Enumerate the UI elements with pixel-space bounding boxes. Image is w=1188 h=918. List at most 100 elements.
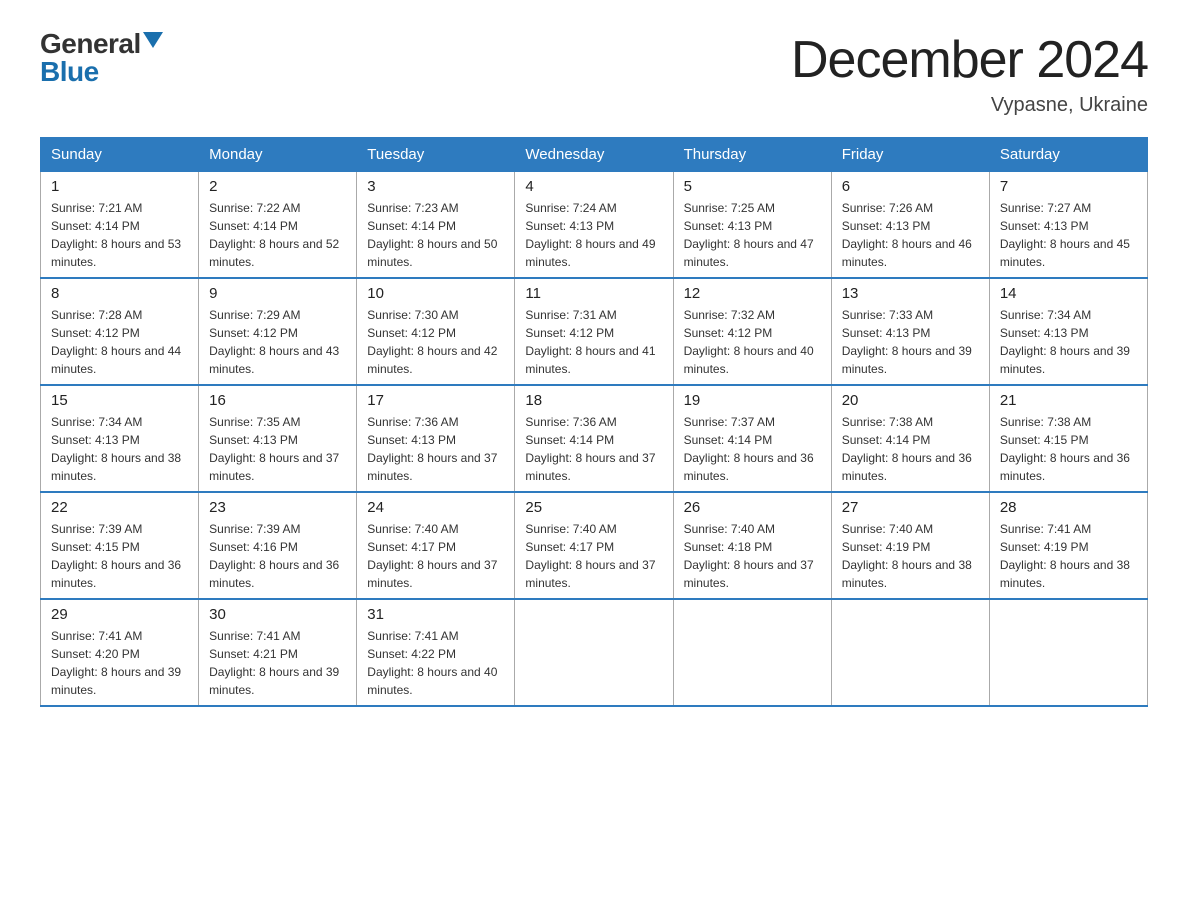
location-label: Vypasne, Ukraine xyxy=(791,94,1148,117)
day-number: 15 xyxy=(51,392,188,409)
table-row: 25Sunrise: 7:40 AMSunset: 4:17 PMDayligh… xyxy=(515,492,673,599)
day-info: Sunrise: 7:38 AMSunset: 4:14 PMDaylight:… xyxy=(842,413,979,485)
table-row: 10Sunrise: 7:30 AMSunset: 4:12 PMDayligh… xyxy=(357,278,515,385)
col-friday: Friday xyxy=(831,138,989,172)
day-info: Sunrise: 7:40 AMSunset: 4:17 PMDaylight:… xyxy=(367,520,504,592)
table-row: 15 Sunrise: 7:34 AMSunset: 4:13 PMDayligh… xyxy=(41,385,199,492)
day-number: 4 xyxy=(525,178,662,195)
logo: General Blue xyxy=(40,30,163,86)
day-number: 8 xyxy=(51,285,188,302)
table-row: 12 Sunrise: 7:32 AMSunset: 4:12 PMDayligh… xyxy=(673,278,831,385)
day-number: 29 xyxy=(51,606,188,623)
table-row: 28Sunrise: 7:41 AMSunset: 4:19 PMDayligh… xyxy=(989,492,1147,599)
day-info: Sunrise: 7:35 AMSunset: 4:13 PMDaylight:… xyxy=(209,413,346,485)
table-row: 2 Sunrise: 7:22 AMSunset: 4:14 PMDaylight… xyxy=(199,172,357,279)
day-number: 19 xyxy=(684,392,821,409)
col-sunday: Sunday xyxy=(41,138,199,172)
calendar-week-row: 22 Sunrise: 7:39 AMSunset: 4:15 PMDayligh… xyxy=(41,492,1148,599)
calendar-week-row: 1 Sunrise: 7:21 AMSunset: 4:14 PMDaylight… xyxy=(41,172,1148,279)
day-info: Sunrise: 7:29 AMSunset: 4:12 PMDaylight:… xyxy=(209,306,346,378)
day-number: 23 xyxy=(209,499,346,516)
calendar-week-row: 29Sunrise: 7:41 AMSunset: 4:20 PMDayligh… xyxy=(41,599,1148,706)
day-number: 24 xyxy=(367,499,504,516)
table-row: 20 Sunrise: 7:38 AMSunset: 4:14 PMDayligh… xyxy=(831,385,989,492)
day-number: 21 xyxy=(1000,392,1137,409)
logo-triangle-icon xyxy=(143,32,163,48)
day-info: Sunrise: 7:22 AMSunset: 4:14 PMDaylight:… xyxy=(209,199,346,271)
col-thursday: Thursday xyxy=(673,138,831,172)
day-number: 5 xyxy=(684,178,821,195)
day-info: Sunrise: 7:26 AMSunset: 4:13 PMDaylight:… xyxy=(842,199,979,271)
table-row: 17 Sunrise: 7:36 AMSunset: 4:13 PMDayligh… xyxy=(357,385,515,492)
col-monday: Monday xyxy=(199,138,357,172)
day-info: Sunrise: 7:25 AMSunset: 4:13 PMDaylight:… xyxy=(684,199,821,271)
day-number: 25 xyxy=(525,499,662,516)
day-info: Sunrise: 7:40 AMSunset: 4:19 PMDaylight:… xyxy=(842,520,979,592)
table-row: 27 Sunrise: 7:40 AMSunset: 4:19 PMDayligh… xyxy=(831,492,989,599)
day-number: 11 xyxy=(525,285,662,302)
table-row: 8 Sunrise: 7:28 AMSunset: 4:12 PMDaylight… xyxy=(41,278,199,385)
day-info: Sunrise: 7:33 AMSunset: 4:13 PMDaylight:… xyxy=(842,306,979,378)
day-number: 13 xyxy=(842,285,979,302)
table-row: 31Sunrise: 7:41 AMSunset: 4:22 PMDayligh… xyxy=(357,599,515,706)
day-info: Sunrise: 7:41 AMSunset: 4:19 PMDaylight:… xyxy=(1000,520,1137,592)
day-info: Sunrise: 7:27 AMSunset: 4:13 PMDaylight:… xyxy=(1000,199,1137,271)
table-row: 29Sunrise: 7:41 AMSunset: 4:20 PMDayligh… xyxy=(41,599,199,706)
table-row: 4 Sunrise: 7:24 AMSunset: 4:13 PMDaylight… xyxy=(515,172,673,279)
day-info: Sunrise: 7:39 AMSunset: 4:15 PMDaylight:… xyxy=(51,520,188,592)
day-info: Sunrise: 7:36 AMSunset: 4:13 PMDaylight:… xyxy=(367,413,504,485)
page-header: General Blue December 2024 Vypasne, Ukra… xyxy=(40,30,1148,117)
day-number: 27 xyxy=(842,499,979,516)
table-row: 14 Sunrise: 7:34 AMSunset: 4:13 PMDayligh… xyxy=(989,278,1147,385)
day-number: 30 xyxy=(209,606,346,623)
day-number: 3 xyxy=(367,178,504,195)
day-info: Sunrise: 7:28 AMSunset: 4:12 PMDaylight:… xyxy=(51,306,188,378)
header-row: Sunday Monday Tuesday Wednesday Thursday… xyxy=(41,138,1148,172)
table-row xyxy=(831,599,989,706)
title-area: December 2024 Vypasne, Ukraine xyxy=(791,30,1148,117)
day-info: Sunrise: 7:40 AMSunset: 4:18 PMDaylight:… xyxy=(684,520,821,592)
day-info: Sunrise: 7:34 AMSunset: 4:13 PMDaylight:… xyxy=(51,413,188,485)
day-info: Sunrise: 7:41 AMSunset: 4:21 PMDaylight:… xyxy=(209,627,346,699)
calendar-body: 1 Sunrise: 7:21 AMSunset: 4:14 PMDaylight… xyxy=(41,172,1148,707)
col-wednesday: Wednesday xyxy=(515,138,673,172)
day-number: 31 xyxy=(367,606,504,623)
table-row: 6 Sunrise: 7:26 AMSunset: 4:13 PMDaylight… xyxy=(831,172,989,279)
table-row: 30 Sunrise: 7:41 AMSunset: 4:21 PMDayligh… xyxy=(199,599,357,706)
calendar-week-row: 15 Sunrise: 7:34 AMSunset: 4:13 PMDayligh… xyxy=(41,385,1148,492)
table-row: 11Sunrise: 7:31 AMSunset: 4:12 PMDayligh… xyxy=(515,278,673,385)
table-row: 1 Sunrise: 7:21 AMSunset: 4:14 PMDaylight… xyxy=(41,172,199,279)
day-info: Sunrise: 7:23 AMSunset: 4:14 PMDaylight:… xyxy=(367,199,504,271)
table-row: 26 Sunrise: 7:40 AMSunset: 4:18 PMDayligh… xyxy=(673,492,831,599)
day-number: 26 xyxy=(684,499,821,516)
day-number: 12 xyxy=(684,285,821,302)
month-title: December 2024 xyxy=(791,30,1148,90)
table-row: 21 Sunrise: 7:38 AMSunset: 4:15 PMDayligh… xyxy=(989,385,1147,492)
day-number: 2 xyxy=(209,178,346,195)
logo-blue-text: Blue xyxy=(40,58,99,86)
day-number: 6 xyxy=(842,178,979,195)
day-info: Sunrise: 7:37 AMSunset: 4:14 PMDaylight:… xyxy=(684,413,821,485)
day-number: 10 xyxy=(367,285,504,302)
day-info: Sunrise: 7:24 AMSunset: 4:13 PMDaylight:… xyxy=(525,199,662,271)
day-number: 20 xyxy=(842,392,979,409)
day-number: 22 xyxy=(51,499,188,516)
day-info: Sunrise: 7:21 AMSunset: 4:14 PMDaylight:… xyxy=(51,199,188,271)
table-row: 22 Sunrise: 7:39 AMSunset: 4:15 PMDayligh… xyxy=(41,492,199,599)
day-number: 1 xyxy=(51,178,188,195)
table-row: 5 Sunrise: 7:25 AMSunset: 4:13 PMDaylight… xyxy=(673,172,831,279)
day-number: 9 xyxy=(209,285,346,302)
day-number: 14 xyxy=(1000,285,1137,302)
col-saturday: Saturday xyxy=(989,138,1147,172)
table-row xyxy=(989,599,1147,706)
table-row: 19 Sunrise: 7:37 AMSunset: 4:14 PMDayligh… xyxy=(673,385,831,492)
day-info: Sunrise: 7:34 AMSunset: 4:13 PMDaylight:… xyxy=(1000,306,1137,378)
table-row: 9 Sunrise: 7:29 AMSunset: 4:12 PMDaylight… xyxy=(199,278,357,385)
day-info: Sunrise: 7:38 AMSunset: 4:15 PMDaylight:… xyxy=(1000,413,1137,485)
day-info: Sunrise: 7:32 AMSunset: 4:12 PMDaylight:… xyxy=(684,306,821,378)
day-number: 16 xyxy=(209,392,346,409)
day-number: 17 xyxy=(367,392,504,409)
calendar-table: Sunday Monday Tuesday Wednesday Thursday… xyxy=(40,137,1148,707)
table-row: 18Sunrise: 7:36 AMSunset: 4:14 PMDayligh… xyxy=(515,385,673,492)
table-row: 24 Sunrise: 7:40 AMSunset: 4:17 PMDayligh… xyxy=(357,492,515,599)
